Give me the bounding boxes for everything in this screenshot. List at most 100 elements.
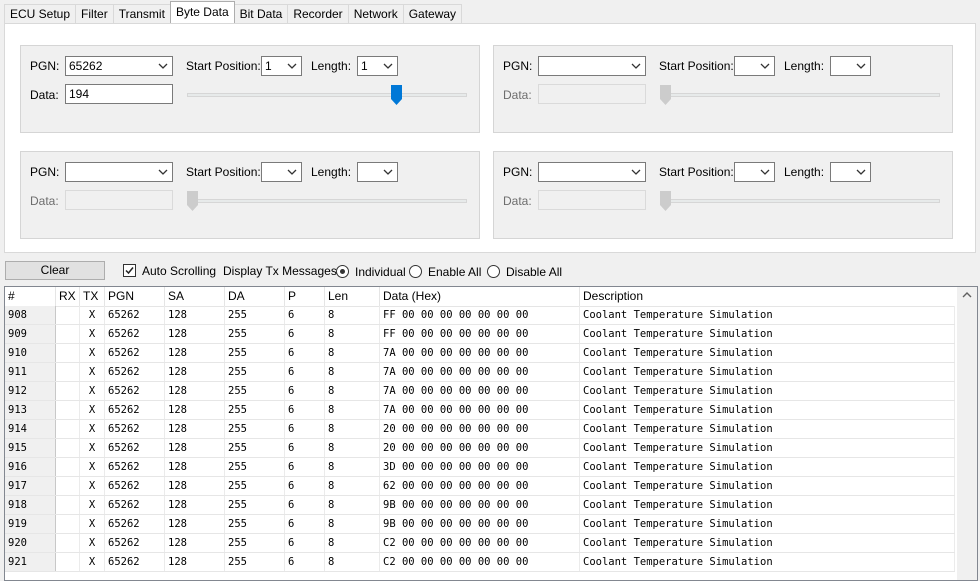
da-cell: 255 [225, 382, 285, 400]
table-row[interactable]: 915 X 65262 128 255 6 8 20 00 00 00 00 00 00 00… [5, 439, 955, 458]
table-row[interactable]: 921 X 65262 128 255 6 8 C2 00 00 00 00 00 00 00… [5, 553, 955, 572]
column-header-p[interactable]: P [285, 287, 325, 306]
row-number-cell: 910 [5, 344, 56, 362]
length-combo[interactable]: 1 [357, 56, 398, 76]
pgn-cell: 65262 [105, 306, 165, 324]
len-cell: 8 [325, 344, 380, 362]
vertical-scrollbar[interactable] [957, 287, 977, 580]
data-slider-track[interactable] [187, 93, 467, 97]
table-row[interactable]: 919 X 65262 128 255 6 8 9B 00 00 00 00 00 00 00… [5, 515, 955, 534]
description-cell: Coolant Temperature Simulation [580, 420, 955, 438]
column-header-len[interactable]: Len [325, 287, 380, 306]
pgn-value: 65262 [69, 59, 103, 73]
radio-individual-label[interactable]: Individual [355, 265, 406, 279]
table-row[interactable]: 918 X 65262 128 255 6 8 9B 00 00 00 00 00 00 00… [5, 496, 955, 515]
pgn-combo[interactable] [65, 162, 173, 182]
start-position-combo[interactable] [734, 56, 775, 76]
radio-disable-all-label[interactable]: Disable All [506, 265, 562, 279]
byte-panel-2: PGN: Start Position: Length: Data: [493, 45, 953, 133]
da-cell: 255 [225, 344, 285, 362]
data-hex-cell: 20 00 00 00 00 00 00 00 [380, 420, 580, 438]
tx-cell: X [80, 458, 105, 476]
sa-cell: 128 [165, 306, 225, 324]
length-combo[interactable] [830, 162, 871, 182]
table-row[interactable]: 917 X 65262 128 255 6 8 62 00 00 00 00 00 00 00… [5, 477, 955, 496]
tab-ecu-setup[interactable]: ECU Setup [4, 4, 77, 23]
column-header-tx[interactable]: TX [80, 287, 105, 306]
pgn-combo[interactable] [538, 56, 646, 76]
da-cell: 255 [225, 420, 285, 438]
start-position-combo[interactable] [734, 162, 775, 182]
chevron-down-icon [383, 169, 393, 175]
p-cell: 6 [285, 344, 325, 362]
sa-cell: 128 [165, 420, 225, 438]
p-cell: 6 [285, 458, 325, 476]
description-cell: Coolant Temperature Simulation [580, 439, 955, 457]
pgn-cell: 65262 [105, 420, 165, 438]
p-cell: 6 [285, 325, 325, 343]
table-row[interactable]: 912 X 65262 128 255 6 8 7A 00 00 00 00 00 00 00… [5, 382, 955, 401]
sa-cell: 128 [165, 401, 225, 419]
rx-cell [56, 439, 80, 457]
column-header-data-hex[interactable]: Data (Hex) [380, 287, 580, 306]
data-hex-cell: FF 00 00 00 00 00 00 00 [380, 325, 580, 343]
table-row[interactable]: 910 X 65262 128 255 6 8 7A 00 00 00 00 00 00 00… [5, 344, 955, 363]
pgn-label: PGN: [30, 59, 60, 73]
tab-byte-data[interactable]: Byte Data [169, 1, 235, 23]
auto-scrolling-label[interactable]: Auto Scrolling [142, 264, 216, 278]
data-hex-cell: 7A 00 00 00 00 00 00 00 [380, 401, 580, 419]
start-position-combo[interactable]: 1 [261, 56, 302, 76]
table-row[interactable]: 916 X 65262 128 255 6 8 3D 00 00 00 00 00 00 00… [5, 458, 955, 477]
auto-scrolling-checkbox[interactable] [123, 264, 136, 277]
grid-rows: 908 X 65262 128 255 6 8 FF 00 00 00 00 00 00 00… [5, 306, 955, 572]
pgn-combo[interactable]: 65262 [65, 56, 173, 76]
tx-cell: X [80, 496, 105, 514]
data-hex-cell: C2 00 00 00 00 00 00 00 [380, 534, 580, 552]
data-field[interactable]: 194 [65, 84, 173, 104]
column-header-sa[interactable]: SA [165, 287, 225, 306]
table-row[interactable]: 908 X 65262 128 255 6 8 FF 00 00 00 00 00 00 00… [5, 306, 955, 325]
description-cell: Coolant Temperature Simulation [580, 325, 955, 343]
radio-enable-all[interactable] [409, 265, 422, 278]
chevron-down-icon [287, 169, 297, 175]
column-header-pgn[interactable]: PGN [105, 287, 165, 306]
pgn-cell: 65262 [105, 363, 165, 381]
message-grid[interactable]: # RX TX PGN SA DA P Len Data (Hex) Descr… [4, 286, 978, 581]
column-header-rx[interactable]: RX [56, 287, 80, 306]
pgn-combo[interactable] [538, 162, 646, 182]
radio-enable-all-label[interactable]: Enable All [428, 265, 481, 279]
tab-bit-data[interactable]: Bit Data [233, 4, 289, 23]
column-header-number[interactable]: # [5, 287, 56, 306]
len-cell: 8 [325, 363, 380, 381]
table-row[interactable]: 913 X 65262 128 255 6 8 7A 00 00 00 00 00 00 00… [5, 401, 955, 420]
length-label: Length: [311, 165, 352, 179]
da-cell: 255 [225, 515, 285, 533]
chevron-down-icon [760, 169, 770, 175]
tab-filter[interactable]: Filter [75, 4, 114, 23]
data-label: Data: [30, 88, 59, 102]
column-header-da[interactable]: DA [225, 287, 285, 306]
column-header-description[interactable]: Description [580, 287, 955, 306]
slider-thumb-icon[interactable] [391, 85, 403, 105]
table-row[interactable]: 914 X 65262 128 255 6 8 20 00 00 00 00 00 00 00… [5, 420, 955, 439]
tab-gateway[interactable]: Gateway [402, 4, 463, 23]
start-position-label: Start Position: [186, 59, 261, 73]
data-slider-track [187, 199, 467, 203]
chevron-up-icon[interactable] [962, 291, 972, 299]
start-position-combo[interactable] [261, 162, 302, 182]
length-combo[interactable] [830, 56, 871, 76]
length-combo[interactable] [357, 162, 398, 182]
clear-button[interactable]: Clear [5, 261, 105, 280]
len-cell: 8 [325, 325, 380, 343]
radio-individual[interactable] [336, 265, 349, 278]
sa-cell: 128 [165, 477, 225, 495]
description-cell: Coolant Temperature Simulation [580, 458, 955, 476]
tab-network[interactable]: Network [347, 4, 404, 23]
radio-disable-all[interactable] [487, 265, 500, 278]
table-row[interactable]: 920 X 65262 128 255 6 8 C2 00 00 00 00 00 00 00… [5, 534, 955, 553]
slider-thumb-icon [187, 191, 198, 211]
tab-recorder[interactable]: Recorder [287, 4, 349, 23]
tab-transmit[interactable]: Transmit [112, 4, 171, 23]
table-row[interactable]: 911 X 65262 128 255 6 8 7A 00 00 00 00 00 00 00… [5, 363, 955, 382]
table-row[interactable]: 909 X 65262 128 255 6 8 FF 00 00 00 00 00 00 00… [5, 325, 955, 344]
